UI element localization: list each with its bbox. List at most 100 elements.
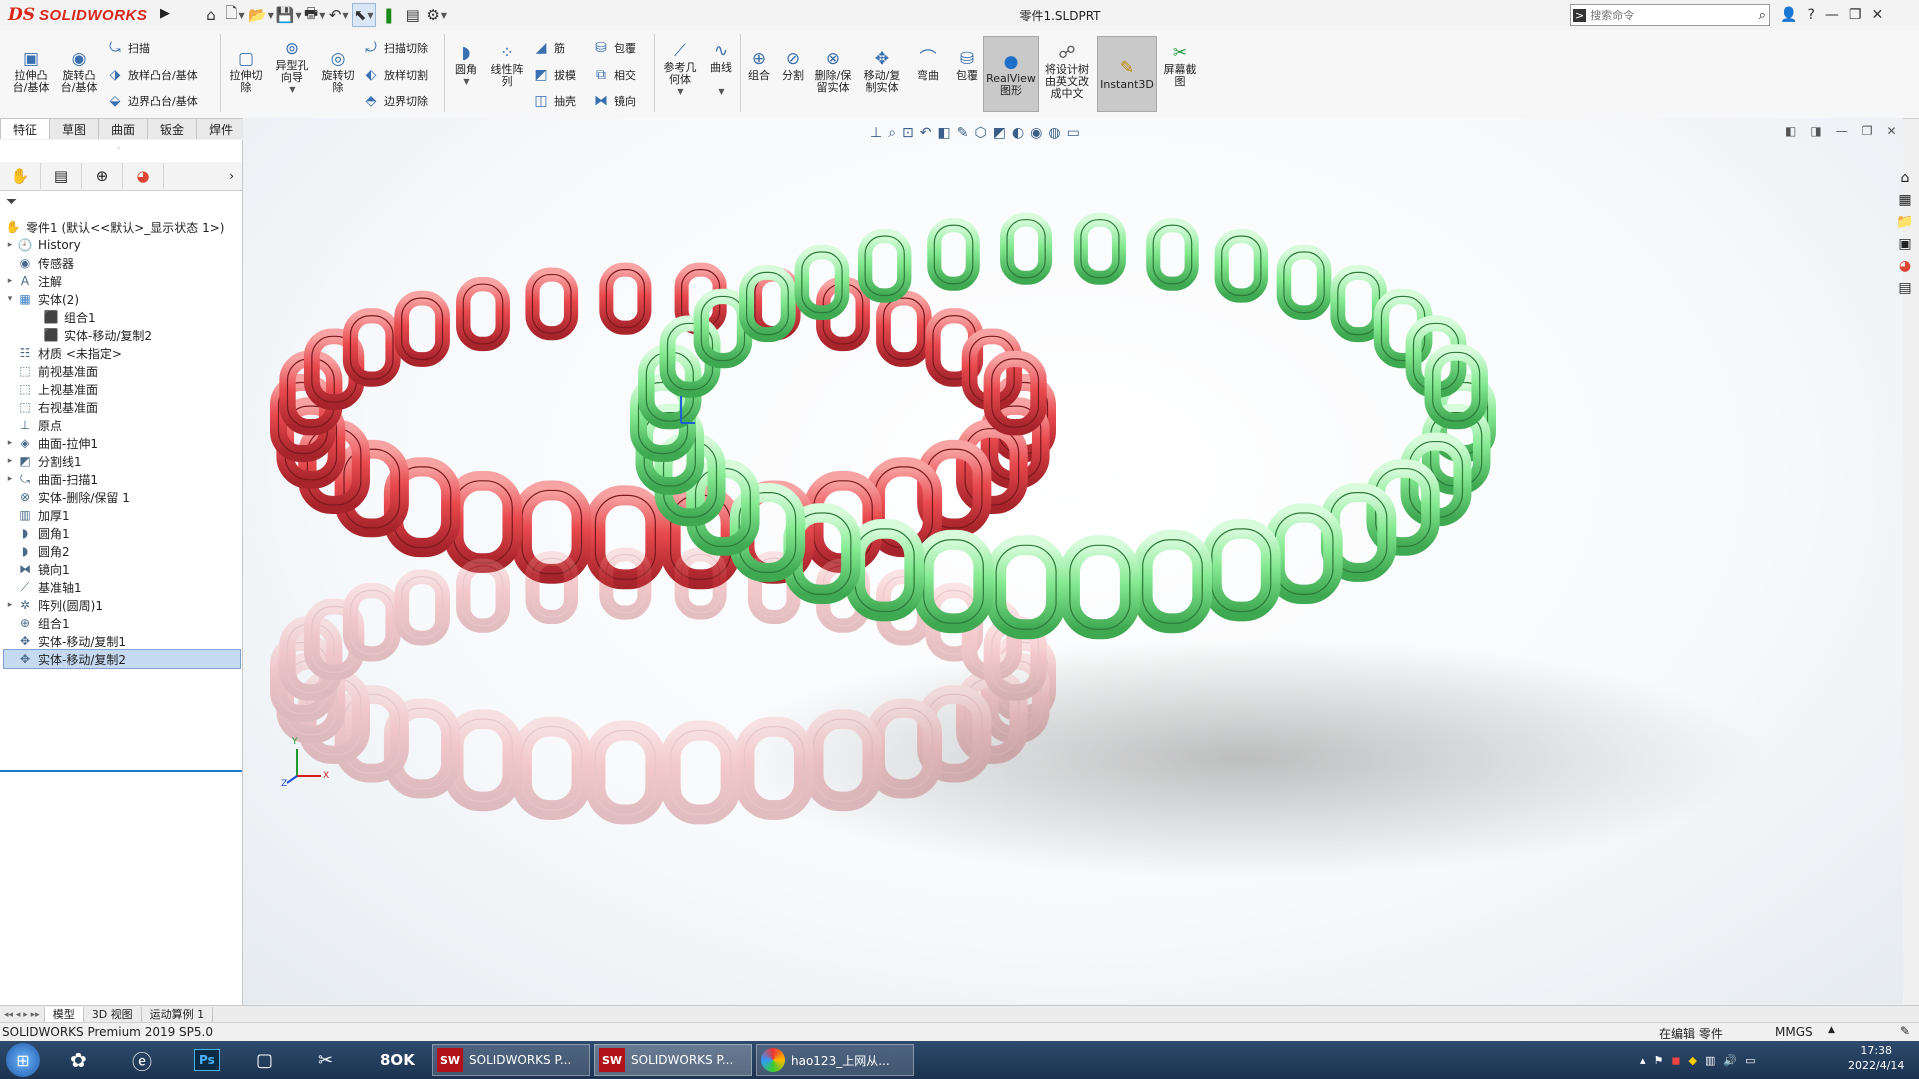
bottom-tab-1[interactable]: 3D 视图: [82, 1006, 142, 1023]
solidworks-logo[interactable]: DS SOLIDWORKS: [8, 3, 156, 27]
rebuild-icon[interactable]: ❚: [378, 4, 400, 26]
mirror-button[interactable]: ⧓ 镜向: [592, 92, 636, 110]
expand-arrow-icon[interactable]: ▾: [4, 294, 16, 304]
tray-expand-icon[interactable]: ▴: [1640, 1054, 1646, 1067]
tab-1[interactable]: 草图: [49, 118, 100, 139]
search-icon[interactable]: ⌕: [1759, 8, 1769, 23]
undo-icon[interactable]: ↶ ▼: [328, 4, 350, 26]
tree-item[interactable]: ▸ ◈ 曲面-拉伸1: [4, 434, 98, 452]
user-icon[interactable]: 👤: [1780, 7, 1797, 23]
rollback-bar[interactable]: [0, 770, 242, 772]
expand-arrow-icon[interactable]: ▸: [4, 240, 16, 250]
property-manager-tab-icon[interactable]: ▤: [41, 163, 82, 189]
tree-item[interactable]: ⊕ 组合1: [4, 614, 70, 632]
panel-expand-icon[interactable]: ›: [229, 169, 242, 183]
expand-arrow-icon[interactable]: ▸: [4, 456, 16, 466]
view-palette-icon[interactable]: ▣: [1898, 236, 1911, 252]
tab-scroll-icon[interactable]: ◂◂ ◂ ▸ ▸▸: [0, 1010, 44, 1020]
view-settings-icon[interactable]: ▭: [1067, 125, 1080, 141]
taskbar-app-ok-icon[interactable]: 8OK: [380, 1043, 415, 1077]
edit-appearance-icon[interactable]: ◉: [1030, 125, 1042, 141]
extrude-cut-button[interactable]: ▢ 拉伸切 除: [224, 48, 268, 94]
view-orientation-icon[interactable]: ⬡: [974, 125, 986, 141]
revolve-boss-button[interactable]: ◉ 旋转凸 台/基体: [56, 48, 102, 94]
tree-item[interactable]: ▸ ◩ 分割线1: [4, 452, 82, 470]
fillet-dropdown-icon[interactable]: ▼: [463, 76, 469, 88]
open-icon[interactable]: 📂 ▼: [248, 4, 274, 26]
tab-2[interactable]: 曲面: [98, 118, 149, 139]
tree-item[interactable]: ✥ 实体-移动/复制2: [3, 649, 241, 669]
expand-arrow-icon[interactable]: ▸: [4, 438, 16, 448]
viewport-close-icon[interactable]: ✕: [1886, 124, 1896, 138]
reference-geometry-button[interactable]: ⟋ 参考几 何体 ▼: [658, 40, 702, 98]
tree-item[interactable]: ⬛ 实体-移动/复制2: [30, 326, 153, 344]
tree-item[interactable]: ▸ A 注解: [4, 272, 62, 290]
tray-security-icon[interactable]: ◆: [1689, 1054, 1697, 1067]
tray-network-icon[interactable]: ▥: [1705, 1054, 1715, 1067]
print-icon[interactable]: 🖶 ▼: [304, 4, 326, 26]
resources-home-icon[interactable]: ⌂: [1901, 170, 1910, 186]
taskbar-clock[interactable]: 17:38 2022/4/14: [1848, 1043, 1904, 1077]
tree-item[interactable]: ⊥ 原点: [4, 416, 62, 434]
curves-dropdown-icon[interactable]: ▼: [718, 86, 724, 98]
file-explorer-icon[interactable]: 📁: [1896, 214, 1913, 230]
graphics-area[interactable]: Y X Z: [243, 118, 1903, 1004]
tab-4[interactable]: 焊件: [196, 118, 247, 139]
previous-view-icon[interactable]: ↶: [920, 125, 932, 141]
screenshot-button[interactable]: ✂ 屏幕截 图: [1158, 42, 1202, 88]
save-icon[interactable]: 💾 ▼: [276, 4, 302, 26]
home-icon[interactable]: ⌂: [200, 4, 222, 26]
tree-item[interactable]: ⊗ 实体-删除/保留 1: [4, 488, 130, 506]
status-help-icon[interactable]: ✎: [1900, 1024, 1910, 1038]
tree-item[interactable]: ▸ ✲ 阵列(圆周)1: [4, 596, 103, 614]
units-dropdown-icon[interactable]: ▲: [1828, 1025, 1835, 1035]
panel-grip-icon[interactable]: ◦: [116, 144, 121, 153]
taskbar-app-photoshop-icon[interactable]: Ps: [194, 1043, 220, 1077]
design-library-icon[interactable]: ▦: [1898, 192, 1911, 208]
tree-item[interactable]: ▸ 🕘 History: [4, 236, 81, 254]
custom-properties-icon[interactable]: ▤: [1898, 280, 1911, 296]
translate-tree-button[interactable]: ☍ 将设计树 由英文改 成中文: [1040, 42, 1094, 100]
tray-volume-icon[interactable]: 🔊: [1723, 1054, 1737, 1067]
expand-arrow-icon[interactable]: ▸: [4, 474, 16, 484]
viewport-tile-right-icon[interactable]: ◨: [1810, 124, 1821, 138]
file-properties-icon[interactable]: ▤: [402, 4, 424, 26]
tree-item[interactable]: ◉ 传感器: [4, 254, 74, 272]
fillet-button[interactable]: ◗ 圆角 ▼: [448, 42, 484, 88]
tree-item[interactable]: ⟋ 基准轴1: [4, 578, 82, 596]
zoom-to-area-icon[interactable]: ⊡: [902, 125, 914, 141]
instant3d-button[interactable]: ✎ Instant3D: [1097, 36, 1157, 112]
apply-scene-icon[interactable]: ◍: [1048, 125, 1060, 141]
normal-to-icon[interactable]: ⊥: [870, 125, 882, 141]
viewport-tile-left-icon[interactable]: ◧: [1785, 124, 1796, 138]
loft-cut-button[interactable]: ⬖ 放样切割: [362, 66, 428, 84]
minimize-icon[interactable]: —: [1825, 7, 1839, 23]
filter-icon[interactable]: ⏷: [6, 194, 17, 210]
viewport-minimize-icon[interactable]: —: [1836, 124, 1848, 138]
menu-expand-arrow-icon[interactable]: ▶: [160, 6, 170, 21]
tree-item[interactable]: ◗ 圆角2: [4, 542, 70, 560]
tree-item[interactable]: ✥ 实体-移动/复制1: [4, 632, 126, 650]
tree-item[interactable]: ⬚ 上视基准面: [4, 380, 98, 398]
delete-keep-body-button[interactable]: ⊗ 删除/保 留实体: [810, 48, 856, 94]
help-icon[interactable]: ?: [1807, 7, 1814, 23]
draft-button[interactable]: ◩ 拔模: [532, 66, 576, 84]
hide-show-items-icon[interactable]: ◐: [1012, 125, 1024, 141]
wrap-feature-button[interactable]: ⛁ 包覆: [950, 48, 984, 82]
tray-sw-icon[interactable]: ◼: [1671, 1054, 1680, 1067]
taskbar-app-tool-icon[interactable]: ✂: [318, 1043, 333, 1077]
tab-3[interactable]: 钣金: [147, 118, 198, 139]
tree-item[interactable]: ☷ 材质 <未指定>: [4, 344, 122, 362]
taskbar-solidworks-2[interactable]: SW SOLIDWORKS P...: [594, 1044, 752, 1076]
sweep-button[interactable]: ⤿ 扫描: [106, 39, 150, 57]
feature-manager-tab-icon[interactable]: ✋: [0, 163, 41, 189]
tree-root[interactable]: ✋ 零件1 (默认<<默认>_显示状态 1>): [4, 218, 225, 236]
curves-button[interactable]: ∿ 曲线 ▼: [704, 40, 738, 98]
search-command-input[interactable]: [1586, 7, 1733, 23]
display-style-icon[interactable]: ◩: [993, 125, 1006, 141]
taskbar-app-media-icon[interactable]: ▢: [256, 1043, 273, 1077]
expand-arrow-icon[interactable]: ▸: [4, 276, 16, 286]
sweep-cut-button[interactable]: ⤾ 扫描切除: [362, 39, 428, 57]
boundary-cut-button[interactable]: ⬘ 边界切除: [362, 92, 428, 110]
tree-item[interactable]: ▸ ⤿ 曲面-扫描1: [4, 470, 98, 488]
